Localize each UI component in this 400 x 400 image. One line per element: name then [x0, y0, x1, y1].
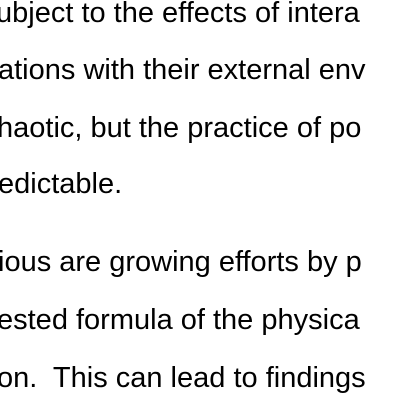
text-line: ested formula of the physica	[0, 304, 360, 336]
text-line: ious are growing efforts by p	[0, 246, 362, 278]
text-line: haotic, but the practice of po	[0, 112, 362, 144]
text-line: on. This can lead to findings	[0, 362, 366, 394]
text-line: ubject to the effects of intera	[0, 0, 360, 29]
document-page: ubject to the effects of intera ations w…	[0, 0, 400, 400]
text-line: edictable.	[0, 168, 123, 200]
text-line: ations with their external env	[0, 54, 366, 86]
